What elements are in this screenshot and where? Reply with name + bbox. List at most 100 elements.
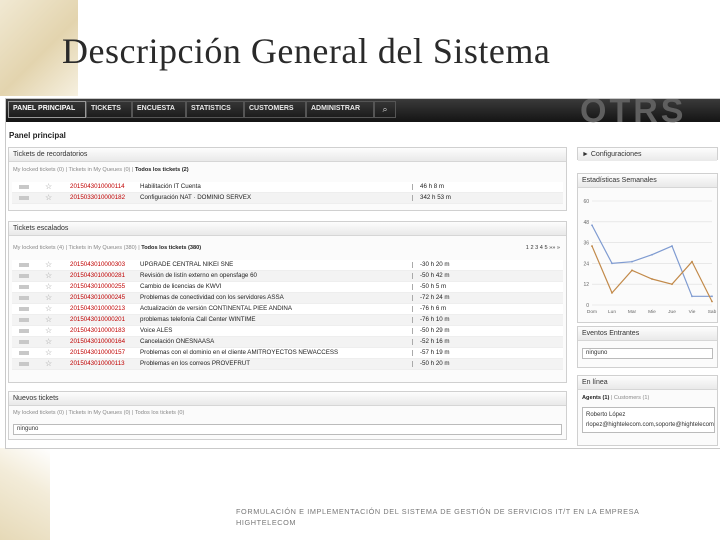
tab-my-locked[interactable]: My locked tickets (0): [13, 410, 64, 416]
panel-configuraciones[interactable]: ► Configuraciones: [577, 147, 718, 161]
panel-title[interactable]: Tickets escalados: [9, 222, 566, 236]
ticket-number[interactable]: 2015043010000245: [70, 293, 125, 303]
star-icon[interactable]: ☆: [45, 282, 52, 292]
star-icon[interactable]: ☆: [45, 193, 52, 203]
tab-my-locked[interactable]: My locked tickets (4): [13, 245, 64, 251]
search-icon[interactable]: ⌕: [374, 101, 396, 118]
ticket-subject[interactable]: problemas telefonía Call Center WINTIME: [140, 315, 256, 325]
ticket-subject[interactable]: Voice ALES: [140, 326, 172, 336]
table-row[interactable]: ☆ 2015043010000113 Problemas en los correo…: [12, 359, 563, 370]
divider: [412, 295, 413, 301]
ticket-number[interactable]: 2015043010000113: [70, 359, 125, 369]
tab-all-tickets[interactable]: Todos los tickets (380): [141, 245, 201, 251]
star-icon[interactable]: ☆: [45, 337, 52, 347]
panel-title[interactable]: Estadísticas Semanales: [578, 174, 717, 188]
ticket-subject[interactable]: Revisión de listín externo en opensfage …: [140, 271, 257, 281]
star-icon[interactable]: ☆: [45, 315, 52, 325]
tab-all-tickets[interactable]: Todos los tickets (0): [135, 410, 184, 416]
pagination[interactable]: 1 2 3 4 5 »» »: [526, 245, 560, 251]
nav-tickets[interactable]: TICKETS: [86, 101, 132, 118]
table-row[interactable]: ☆ 2015043010000245 Problemas de conectivid…: [12, 293, 563, 304]
ticket-subject[interactable]: Habilitación IT Cuenta: [140, 182, 201, 192]
tab-my-queues[interactable]: Tickets in My Queues (380): [68, 245, 136, 251]
ticket-subject[interactable]: Problemas con el dominio en el cliente A…: [140, 348, 338, 358]
online-user-name[interactable]: Roberto López: [586, 410, 714, 420]
star-icon[interactable]: ☆: [45, 271, 52, 281]
chart-x-tick-label: Mie: [648, 309, 656, 315]
divider: [412, 184, 413, 190]
tab-my-locked[interactable]: My locked tickets (0): [13, 167, 64, 173]
ticket-subject[interactable]: Cancelación ONESNAASA: [140, 337, 214, 347]
weekly-stats-chart: 60 48 36 24 12 0 Dom Lun Mar Mie Jue Vie Sab: [583, 199, 717, 315]
ticket-number[interactable]: 2015043010000213: [70, 304, 125, 314]
chart-point: [631, 260, 633, 263]
nav-statistics[interactable]: STATISTICS: [186, 101, 244, 118]
table-row[interactable]: ☆ 2015043010000213 Actualización de versió…: [12, 304, 563, 315]
panel-title[interactable]: Eventos Entrantes: [578, 327, 717, 341]
chart-y-tick-label: 36: [583, 241, 589, 247]
ticket-age: -50 h 5 m: [420, 283, 447, 290]
nav-panel-principal[interactable]: PANEL PRINCIPAL: [8, 101, 86, 118]
ticket-number[interactable]: 2015043010000255: [70, 282, 125, 292]
star-icon[interactable]: ☆: [45, 348, 52, 358]
chart-point: [591, 224, 593, 227]
table-row[interactable]: ☆ 2015043010000183 Voice ALES -50 h 29 m: [12, 326, 563, 337]
table-row[interactable]: ☆ 2015043010000157 Problemas con el domini…: [12, 348, 563, 359]
star-icon[interactable]: ☆: [45, 304, 52, 314]
tab-all-tickets[interactable]: Todos los tickets (2): [135, 167, 189, 173]
chart-x-tick-label: Sab: [708, 309, 717, 315]
nav-encuesta[interactable]: ENCUESTA: [132, 101, 186, 118]
online-user-email[interactable]: rlopez@hightelecom.com,soporte@hightelec…: [586, 420, 714, 430]
ticket-subject[interactable]: Configuración NAT · DOMINIO SERVEX: [140, 193, 251, 203]
divider: [412, 284, 413, 290]
ticket-number[interactable]: 2015043010000164: [70, 337, 125, 347]
chart-x-tick-label: Vie: [689, 309, 696, 315]
table-row[interactable]: ☆ 2015043010000255 Cambio de licencias de …: [12, 282, 563, 293]
star-icon[interactable]: ☆: [45, 260, 52, 270]
chart-point: [671, 245, 673, 247]
ticket-number[interactable]: 2015043010000201: [70, 315, 125, 325]
table-row[interactable]: ☆ 2015043010000303 UPGRADE CENTRAL NIKEI S…: [12, 260, 563, 271]
panel-incoming-events: Eventos Entrantes ninguno: [577, 326, 718, 368]
ticket-number[interactable]: 2015043010000157: [70, 348, 125, 358]
table-row[interactable]: ☆ 2015033010000182 Configuración NAT · D…: [12, 193, 563, 204]
ticket-number[interactable]: 2015033010000182: [70, 193, 125, 203]
table-row[interactable]: ☆ 2015043010000114 Habilitación IT Cuent…: [12, 182, 563, 193]
star-icon[interactable]: ☆: [45, 359, 52, 369]
panel-title[interactable]: En línea: [578, 376, 717, 390]
ticket-subject[interactable]: Actualización de versión CONTINENTAL PIE…: [140, 304, 292, 314]
star-icon[interactable]: ☆: [45, 182, 52, 192]
online-user-box: Roberto López rlopez@hightelecom.com,sop…: [582, 407, 715, 433]
ticket-subject[interactable]: UPGRADE CENTRAL NIKEI SNE: [140, 260, 233, 270]
ticket-subject[interactable]: Problemas de conectividad con los servid…: [140, 293, 284, 303]
star-icon[interactable]: ☆: [45, 293, 52, 303]
chart-point: [691, 295, 693, 298]
table-row[interactable]: ☆ 2015043010000164 Cancelación ONESNAASA -5…: [12, 337, 563, 348]
chart-point: [631, 269, 633, 272]
table-row[interactable]: ☆ 2015043010000201 problemas telefonía Cal…: [12, 315, 563, 326]
panel-title[interactable]: Tickets de recordatorios: [9, 148, 566, 162]
tab-my-queues[interactable]: Tickets in My Queues (0): [68, 410, 130, 416]
ticket-number[interactable]: 2015043010000114: [70, 182, 125, 192]
chart-point: [651, 278, 653, 280]
ticket-number[interactable]: 2015043010000183: [70, 326, 125, 336]
star-icon[interactable]: ☆: [45, 326, 52, 336]
online-tabs: Agents (1) | Customers (1): [582, 395, 650, 401]
ticket-age: -50 h 29 m: [420, 327, 450, 334]
ticket-number[interactable]: 2015043010000303: [70, 260, 125, 270]
nav-administrar[interactable]: ADMINISTRAR: [306, 101, 374, 118]
panel-title[interactable]: Nuevos tickets: [9, 392, 566, 406]
ticket-subject[interactable]: Cambio de licencias de KWVI: [140, 282, 222, 292]
tab-my-queues[interactable]: Tickets in My Queues (0): [68, 167, 130, 173]
ticket-age: 46 h 8 m: [420, 183, 445, 190]
nav-customers[interactable]: CUSTOMERS: [244, 101, 306, 118]
config-toggle[interactable]: ► Configuraciones: [578, 148, 717, 161]
ticket-number[interactable]: 2015043010000281: [70, 271, 125, 281]
panel-reminder-tickets: Tickets de recordatorios My locked ticke…: [8, 147, 567, 211]
tab-customers[interactable]: Customers (1): [614, 395, 649, 401]
table-row[interactable]: ☆ 2015043010000281 Revisión de listín exte…: [12, 271, 563, 282]
panel-new-tickets: Nuevos tickets My locked tickets (0) | T…: [8, 391, 567, 440]
ticket-subject[interactable]: Problemas en los correos PROVEFRUT: [140, 359, 250, 369]
ticket-age: -76 h 6 m: [420, 305, 447, 312]
tab-agents[interactable]: Agents (1): [582, 395, 609, 401]
